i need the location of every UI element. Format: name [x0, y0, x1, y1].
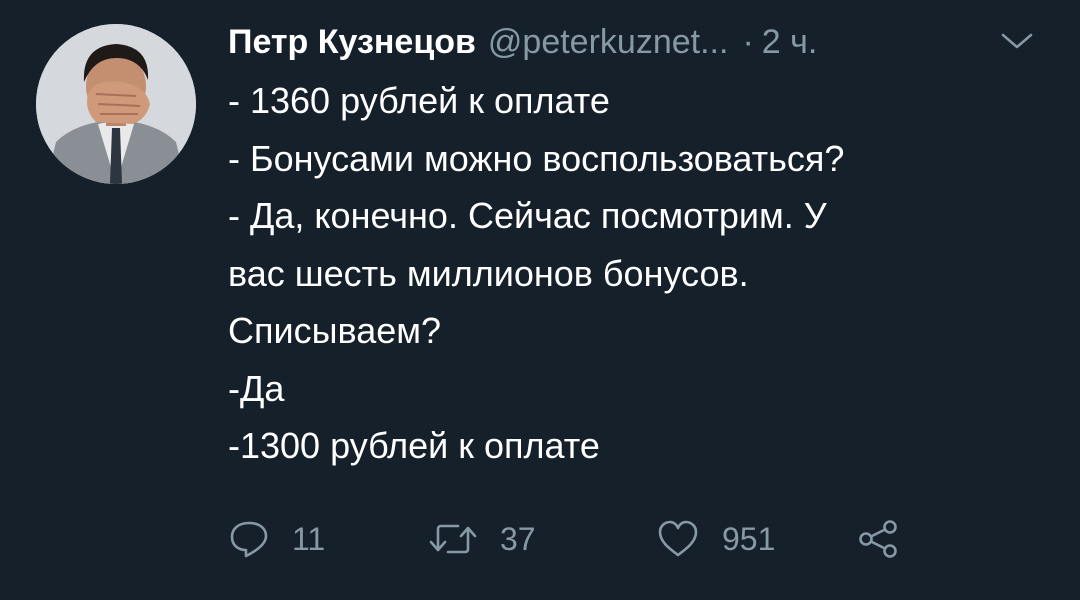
share-icon — [859, 520, 897, 558]
tweet-line: Списываем? — [228, 310, 442, 351]
tweet-line: -1300 рублей к оплате — [228, 425, 600, 466]
chevron-down-icon — [1001, 33, 1033, 49]
heart-icon — [658, 520, 698, 557]
share-button[interactable] — [856, 514, 900, 564]
like-count: 951 — [722, 520, 776, 557]
tweet-line: -Да — [228, 367, 285, 409]
reply-icon — [230, 521, 268, 558]
tweet-actions: 11 37 951 — [228, 514, 1028, 564]
reply-button[interactable]: 11 — [228, 514, 325, 564]
tweet-menu-button[interactable] — [1000, 28, 1034, 54]
tweet-line: - Да, конечно. Сейчас посмотрим. У — [228, 195, 827, 236]
tweet-line: вас шесть миллионов бонусов. — [228, 252, 749, 294]
avatar[interactable] — [36, 24, 196, 184]
tweet-header: Петр Кузнецов @peterkuznet... · 2 ч. — [228, 18, 1048, 66]
retweet-icon — [429, 524, 477, 554]
author-name[interactable]: Петр Кузнецов — [228, 18, 476, 66]
tweet-text: - 1360 рублей к оплате - Бонусами можно … — [228, 72, 1048, 475]
retweet-button[interactable]: 37 — [428, 514, 536, 564]
author-handle[interactable]: @peterkuznet... — [488, 18, 729, 66]
avatar-image — [36, 24, 196, 184]
like-button[interactable]: 951 — [656, 514, 775, 564]
tweet-line: - 1360 рублей к оплате — [228, 80, 610, 121]
reply-count: 11 — [292, 520, 326, 557]
timestamp[interactable]: 2 ч. — [762, 18, 818, 66]
retweet-count: 37 — [500, 520, 536, 557]
tweet-line: - Бонусами можно воспользоваться? — [228, 137, 845, 179]
header-separator: · — [742, 23, 754, 61]
